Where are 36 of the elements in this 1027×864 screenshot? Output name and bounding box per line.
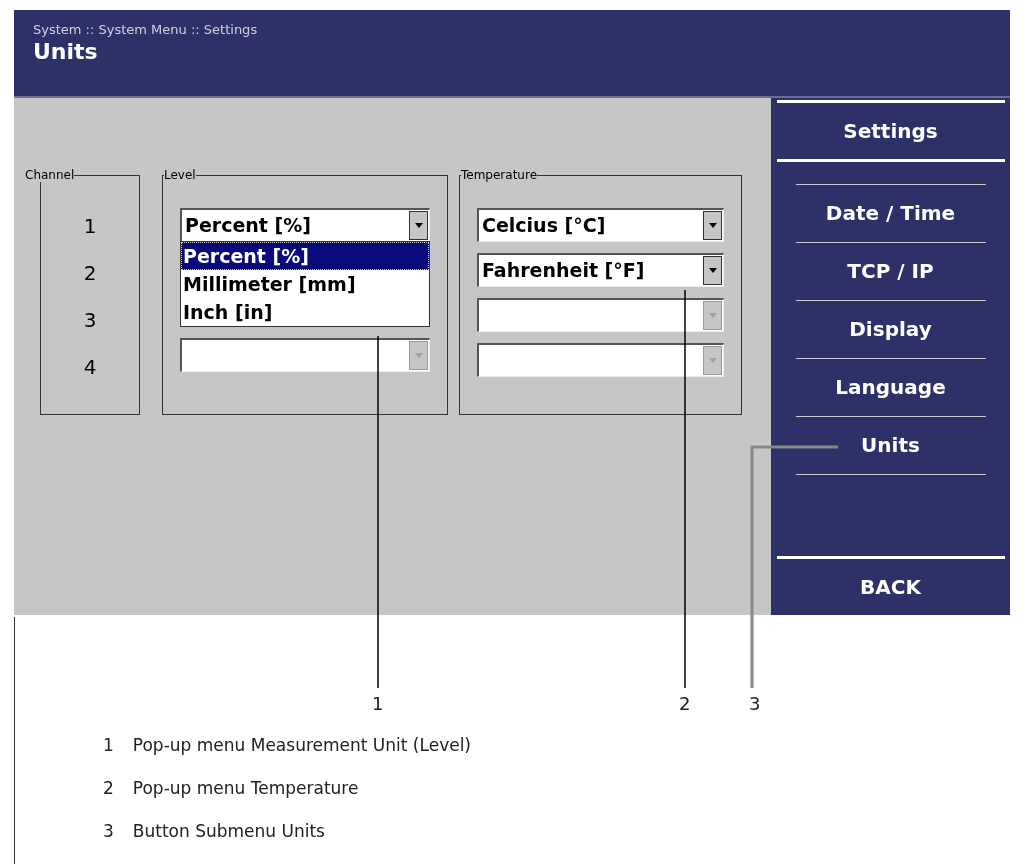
menu-button[interactable]: Display [849, 301, 932, 358]
menu-button[interactable]: TCP / IP [847, 243, 934, 300]
caret-icon [703, 301, 722, 330]
channel-number: 1 [83, 213, 97, 240]
legend-number: 3 [103, 821, 114, 841]
list-option[interactable]: Millimeter [mm] [181, 270, 429, 298]
legend-number: 1 [103, 735, 114, 755]
caret-icon [703, 211, 722, 240]
legend-text: Button Submenu Units [132, 821, 325, 841]
dropdown[interactable]: Percent [%] [180, 208, 430, 242]
channel-number: 3 [83, 307, 97, 334]
menu-button[interactable]: Units [861, 417, 920, 474]
channel-number: 2 [83, 260, 97, 287]
callout-number: 2 [679, 693, 691, 714]
menu-button[interactable]: Date / Time [825, 185, 956, 242]
callout-number: 1 [372, 693, 384, 714]
caret-icon [409, 341, 428, 370]
caret-icon [703, 256, 722, 285]
screen-title: Units [33, 39, 98, 64]
dropdown[interactable]: Celcius [°C] [477, 208, 724, 242]
back-button[interactable]: BACK [860, 559, 921, 615]
group-label: Channel [25, 168, 75, 182]
group-label: Temperature [461, 168, 537, 182]
legend-text: Pop-up menu Measurement Unit (Level) [132, 735, 471, 755]
channel-number: 4 [83, 354, 97, 381]
list-option[interactable]: Inch [in] [181, 298, 429, 326]
legend-number: 2 [103, 778, 114, 798]
legend-text: Pop-up menu Temperature [132, 778, 359, 798]
menu-button[interactable]: Language [835, 359, 946, 416]
callout-number: 3 [749, 693, 761, 714]
group-label: Level [164, 168, 196, 182]
dropdown[interactable]: Fahrenheit [°F] [477, 253, 724, 287]
sidebar-title: Settings [843, 118, 938, 145]
list-option[interactable]: Percent [%] [181, 242, 429, 270]
caret-icon [703, 346, 722, 375]
breadcrumb: System :: System Menu :: Settings [33, 22, 258, 37]
